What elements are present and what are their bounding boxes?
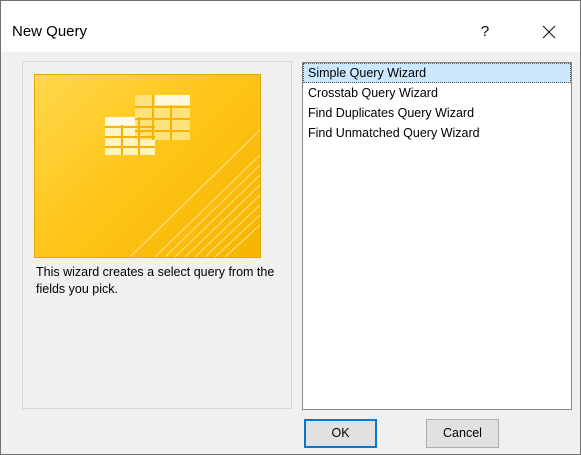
wizard-list[interactable]: Simple Query Wizard Crosstab Query Wizar…	[302, 62, 572, 410]
list-item-find-unmatched-query-wizard[interactable]: Find Unmatched Query Wizard	[303, 123, 571, 143]
close-button[interactable]	[531, 17, 567, 47]
wizard-description: This wizard creates a select query from …	[36, 265, 275, 296]
wizard-preview-pane: This wizard creates a select query from …	[22, 61, 292, 409]
close-icon	[542, 25, 556, 39]
list-item-crosstab-query-wizard[interactable]: Crosstab Query Wizard	[303, 83, 571, 103]
query-wizard-illustration-icon	[105, 95, 260, 257]
help-button[interactable]: ?	[467, 17, 503, 47]
list-item-simple-query-wizard[interactable]: Simple Query Wizard	[303, 63, 571, 83]
new-query-dialog: New Query ? This wizard creates a select…	[0, 0, 581, 455]
ok-button[interactable]: OK	[304, 419, 377, 448]
list-item-find-duplicates-query-wizard[interactable]: Find Duplicates Query Wizard	[303, 103, 571, 123]
title-bar: New Query ?	[1, 1, 580, 52]
wizard-preview-image	[34, 74, 261, 258]
dialog-title: New Query	[12, 23, 88, 40]
cancel-button[interactable]: Cancel	[426, 419, 499, 448]
